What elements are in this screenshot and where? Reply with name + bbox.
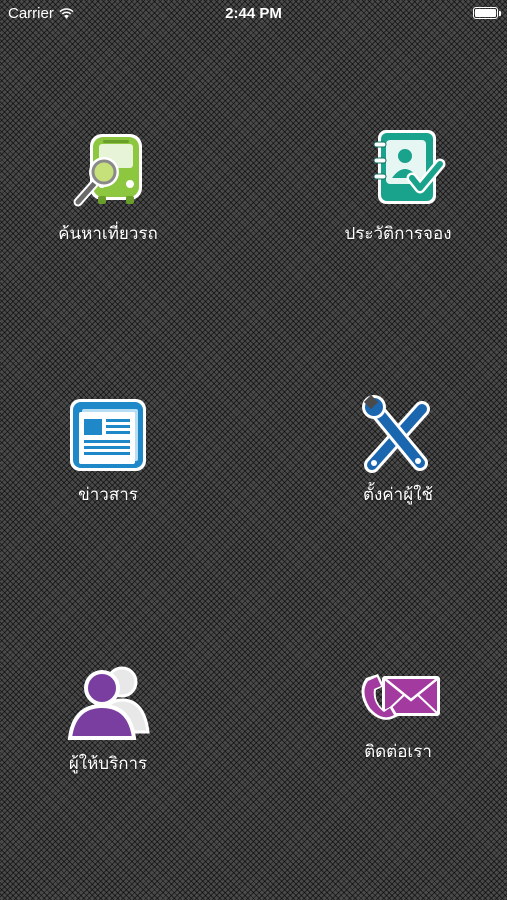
- menu-item-label: ผู้ให้บริการ: [68, 754, 148, 773]
- menu-item-news[interactable]: ข่าวสาร: [28, 395, 188, 508]
- wrench-screwdriver-icon: [362, 395, 430, 473]
- users-icon: [67, 666, 150, 740]
- menu-item-label: ค้นหาเที่ยวรถ: [58, 224, 158, 243]
- status-time: 2:44 PM: [225, 5, 282, 22]
- menu-item-user-settings[interactable]: ตั้งค่าผู้ใช้: [318, 395, 478, 508]
- phone-mail-icon: [361, 674, 440, 720]
- menu-item-label: ติดต่อเรา: [364, 742, 432, 761]
- newspaper-icon: [70, 399, 146, 471]
- menu-item-search-trips[interactable]: ค้นหาเที่ยวรถ: [28, 126, 188, 247]
- menu-item-service-providers[interactable]: ผู้ให้บริการ: [28, 662, 188, 777]
- menu-item-label: ตั้งค่าผู้ใช้: [362, 485, 434, 504]
- battery-icon: [473, 7, 501, 19]
- menu-item-label: ประวัติการจอง: [344, 224, 452, 243]
- menu-item-label: ข่าวสาร: [78, 485, 138, 504]
- status-bar: Carrier 2:44 PM: [0, 0, 507, 28]
- bus-search-icon: [73, 134, 142, 207]
- menu-item-contact-us[interactable]: ติดต่อเรา: [318, 662, 478, 765]
- booking-history-icon: [373, 130, 446, 204]
- menu-item-booking-history[interactable]: ประวัติการจอง: [318, 126, 478, 247]
